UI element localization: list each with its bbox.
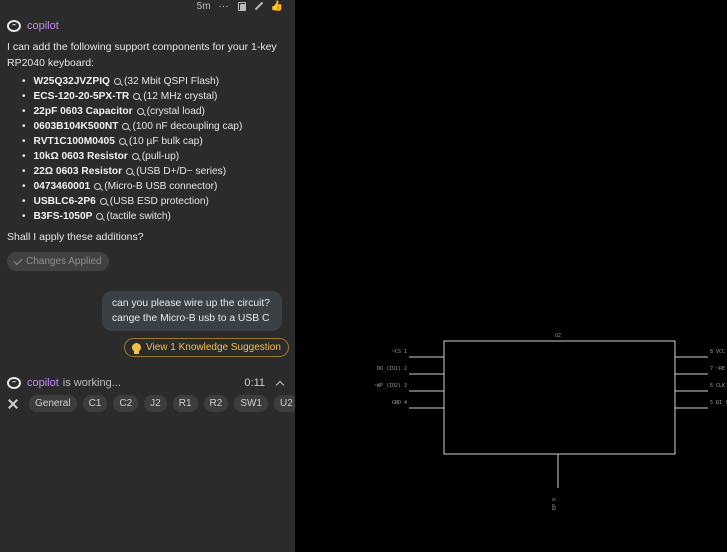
- schematic-svg: U2 ~CS 1 DO_(IO1) 2 ~WP_(IO2) 3 GND 4 8 VCC…: [374, 333, 727, 510]
- search-icon[interactable]: [118, 137, 126, 145]
- part-list-item: W25Q32JVZPIQ (32 Mbit QSPI Flash): [22, 74, 242, 89]
- right-pin-label: 8 VCC: [710, 349, 725, 355]
- part-list-item: B3FS-1050P (tactile switch): [22, 209, 242, 224]
- part-number[interactable]: ECS-120-20-5PX-TR: [34, 89, 130, 104]
- knowledge-suggestion-button[interactable]: View 1 Knowledge Suggestion: [124, 338, 289, 357]
- right-pin-label: 7 ~RE: [710, 366, 725, 372]
- bottom-pin-label: EP 9: [552, 498, 558, 510]
- part-description: (pull-up): [141, 151, 180, 162]
- edit-icon[interactable]: [254, 2, 263, 11]
- left-pin-label: ~CS 1: [392, 349, 407, 355]
- search-icon[interactable]: [136, 107, 144, 115]
- context-chip[interactable]: General: [29, 395, 77, 412]
- part-list-item: ECS-120-20-5PX-TR (12 MHz crystal): [22, 89, 242, 104]
- search-icon[interactable]: [99, 197, 107, 205]
- search-icon[interactable]: [133, 92, 141, 100]
- context-chip[interactable]: C2: [113, 395, 139, 412]
- part-description: (100 nF decoupling cap): [132, 121, 243, 132]
- part-list-item: 22pF 0603 Capacitor (crystal load): [22, 104, 242, 119]
- part-number[interactable]: B3FS-1050P: [34, 209, 93, 224]
- part-description: (Micro-B USB connector): [104, 181, 218, 192]
- part-list-item: 22Ω 0603 Resistor (USB D+/D− series): [22, 164, 242, 179]
- working-status-text: is working...: [62, 377, 121, 389]
- search-icon[interactable]: [113, 77, 121, 85]
- assistant-question: Shall I apply these additions?: [7, 231, 144, 243]
- part-description: (crystal load): [146, 106, 205, 117]
- part-number[interactable]: 0473460001: [34, 179, 91, 194]
- part-description: (10 µF bulk cap): [128, 136, 203, 147]
- copilot-chat-panel: 5m ··· 👍 copilot I can add the following…: [0, 0, 299, 552]
- search-icon[interactable]: [131, 152, 139, 160]
- chevron-up-icon[interactable]: [275, 380, 285, 389]
- knowledge-suggestion-label: View 1 Knowledge Suggestion: [146, 342, 281, 353]
- part-list-item: 10kΩ 0603 Resistor (pull-up): [22, 149, 242, 164]
- part-description: (tactile switch): [106, 211, 171, 222]
- parts-list: W25Q32JVZPIQ (32 Mbit QSPI Flash) ECS-120-…: [22, 74, 243, 224]
- context-chip[interactable]: C1: [82, 395, 108, 412]
- copilot-logo-icon: [7, 377, 21, 389]
- assistant-author: copilot: [7, 20, 59, 32]
- message-meta: 5m ··· 👍: [197, 1, 283, 12]
- right-pin-label: 5 DI_(: [710, 400, 727, 406]
- changes-applied-button: Changes Applied: [7, 252, 109, 271]
- user-message-bubble: can you please wire up the circuit? cang…: [102, 291, 282, 331]
- part-description: (32 Mbit QSPI Flash): [123, 76, 220, 87]
- left-pin-label: ~WP_(IO2) 3: [374, 383, 407, 389]
- working-agent-name: copilot: [27, 377, 59, 389]
- part-number[interactable]: RVT1C100M0405: [34, 134, 115, 149]
- part-description: (USB ESD protection): [109, 196, 209, 207]
- component-body[interactable]: [443, 340, 676, 455]
- tools-icon: [7, 398, 19, 410]
- part-number[interactable]: USBLC6-2P6: [34, 194, 96, 209]
- user-message-line-2: cange the Micro-B usb to a USB C: [112, 313, 270, 324]
- part-number[interactable]: 10kΩ 0603 Resistor: [34, 149, 128, 164]
- assistant-name: copilot: [27, 20, 59, 32]
- copilot-logo-icon: [7, 20, 21, 32]
- changes-applied-label: Changes Applied: [26, 256, 102, 267]
- right-pin-label: 6 CLK: [710, 383, 725, 389]
- thumbs-up-icon[interactable]: 👍: [271, 2, 283, 12]
- working-status-row: copilot is working... 0:11: [7, 377, 289, 389]
- working-timer: 0:11: [244, 377, 265, 389]
- left-pins: ~CS 1 DO_(IO1) 2 ~WP_(IO2) 3 GND 4: [374, 349, 444, 409]
- component-ref: U2: [555, 333, 561, 339]
- more-options-button[interactable]: ···: [219, 1, 229, 12]
- assistant-intro: I can add the following support componen…: [7, 41, 277, 69]
- part-list-item: RVT1C100M0405 (10 µF bulk cap): [22, 134, 242, 149]
- part-description: (USB D+/D− series): [136, 166, 227, 177]
- part-number[interactable]: 22Ω 0603 Resistor: [34, 164, 123, 179]
- search-icon[interactable]: [96, 212, 104, 220]
- context-chip[interactable]: R2: [203, 395, 229, 412]
- part-list-item: 0603B104K500NT (100 nF decoupling cap): [22, 119, 243, 134]
- context-chips: General C1 C2 J2 R1 R2 SW1 U2: [7, 395, 299, 412]
- part-number[interactable]: 0603B104K500NT: [34, 119, 119, 134]
- search-icon[interactable]: [94, 182, 102, 190]
- search-icon[interactable]: [126, 167, 134, 175]
- left-pin-label: GND 4: [392, 400, 407, 406]
- left-pin-label: DO_(IO1) 2: [377, 366, 407, 372]
- context-chip[interactable]: J2: [144, 395, 167, 412]
- context-chip[interactable]: SW1: [234, 395, 268, 412]
- part-number[interactable]: W25Q32JVZPIQ: [34, 74, 110, 89]
- part-list-item: 0473460001 (Micro-B USB connector): [22, 179, 242, 194]
- part-list-item: USBLC6-2P6 (USB ESD protection): [22, 194, 242, 209]
- message-time: 5m: [196, 1, 211, 12]
- context-chip[interactable]: R1: [172, 395, 198, 412]
- part-number[interactable]: 22pF 0603 Capacitor: [34, 104, 133, 119]
- lightbulb-icon: [132, 343, 141, 354]
- right-pins: 8 VCC 7 ~RE 6 CLK 5 DI_(: [675, 349, 727, 409]
- copy-icon[interactable]: [237, 2, 246, 11]
- part-description: (12 MHz crystal): [143, 91, 218, 102]
- search-icon[interactable]: [122, 122, 130, 130]
- check-icon: [13, 255, 23, 265]
- user-message-line-1: can you please wire up the circuit?: [112, 298, 270, 309]
- schematic-canvas[interactable]: U2 ~CS 1 DO_(IO1) 2 ~WP_(IO2) 3 GND 4 8 VCC…: [295, 0, 727, 552]
